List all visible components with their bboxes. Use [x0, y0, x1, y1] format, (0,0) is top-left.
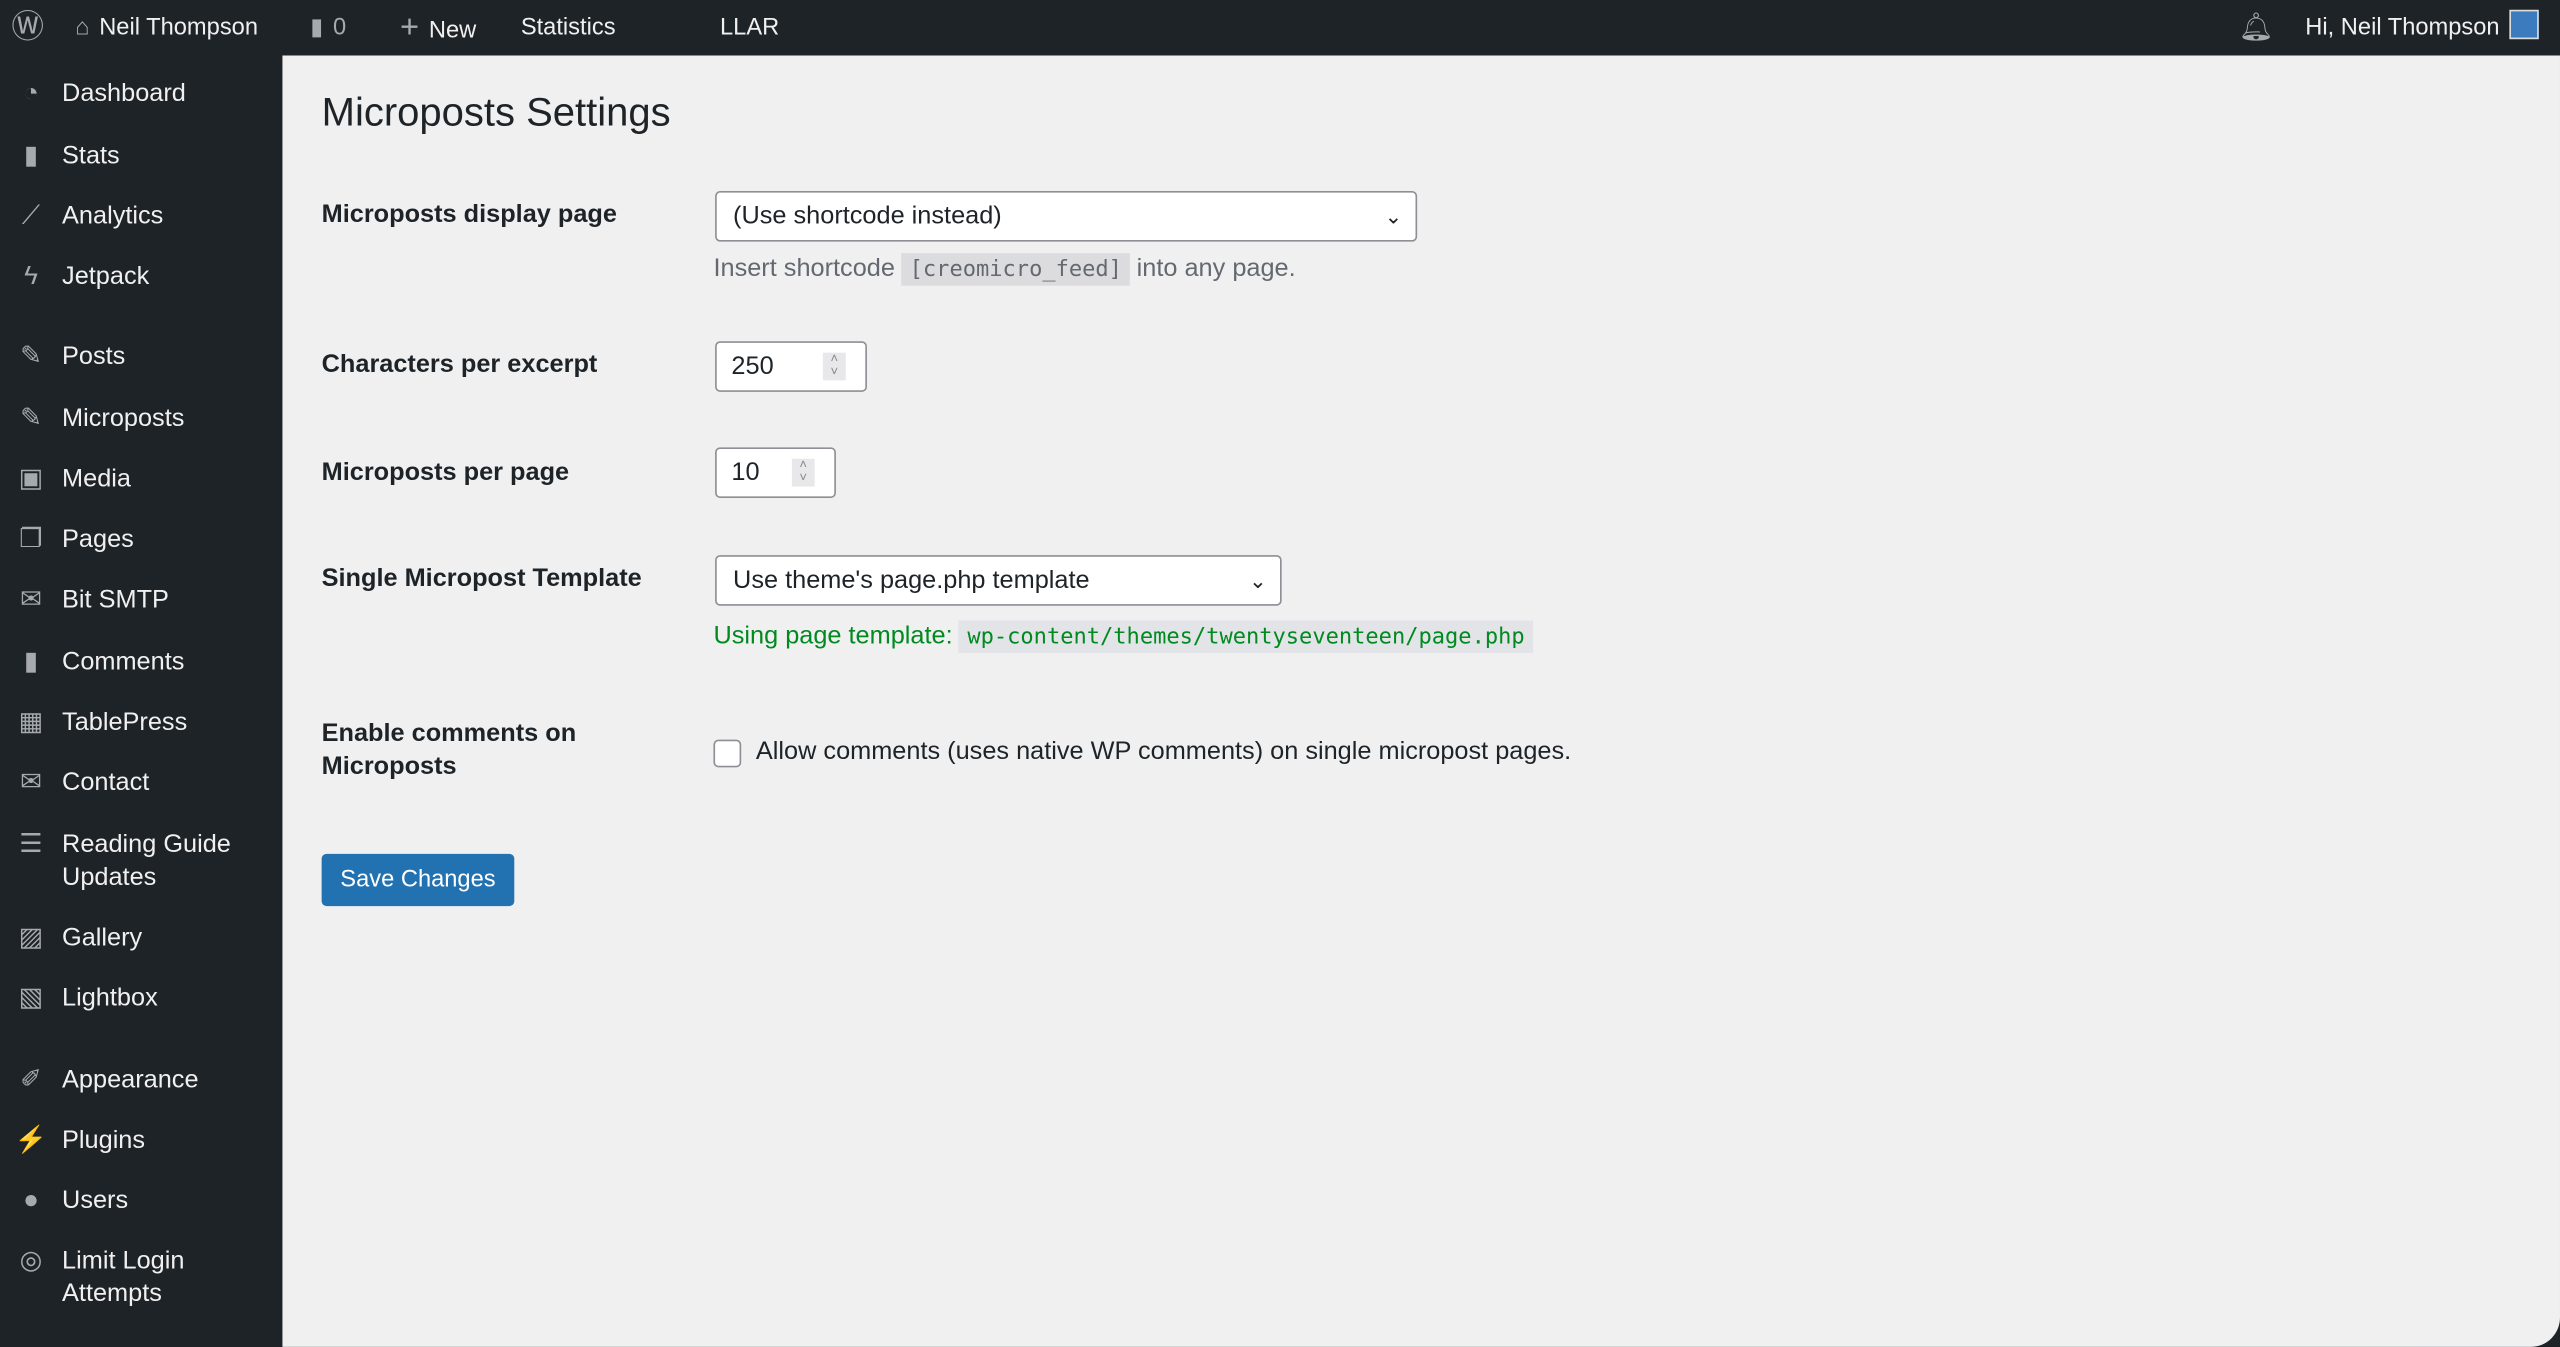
pin-icon: ✎ — [20, 404, 42, 433]
plug-icon: ⚡ — [14, 1126, 48, 1155]
display-page-select[interactable]: (Use shortcode instead) ⌄ — [715, 191, 1418, 242]
site-name-link[interactable]: ⌂ Neil Thompson — [75, 0, 258, 56]
shortcode-help: Insert shortcode [creomicro_feed] into any… — [713, 251, 1296, 287]
media-icon: ▣ — [18, 465, 44, 494]
main-content: Microposts Settings Microposts display p… — [282, 55, 2560, 1347]
page-title: Microposts Settings — [321, 91, 671, 136]
per-page-input[interactable]: 10 ˄ ˅ — [715, 447, 836, 498]
chars-input[interactable]: 250 ˄ ˅ — [715, 341, 867, 392]
template-help: Using page template: wp-content/themes/tw… — [713, 619, 1539, 655]
sidebar-item-label: Contact — [62, 768, 150, 797]
template-path: wp-content/themes/twentyseventeen/page.p… — [959, 620, 1533, 654]
allow-comments-checkbox[interactable] — [713, 739, 742, 768]
bar-chart-icon: ▮ — [23, 142, 39, 170]
chevron-down-icon: ⌄ — [1384, 204, 1403, 229]
template-select[interactable]: Use theme's page.php template ⌄ — [715, 555, 1282, 606]
sidebar-item-label: Gallery — [62, 924, 143, 952]
comments-link[interactable]: ▮ 0 — [310, 0, 346, 56]
llar-link[interactable]: LLAR — [720, 0, 779, 56]
sidebar-item-label: Bit SMTP — [62, 586, 169, 614]
pages-icon: ❐ — [19, 525, 43, 554]
fingerprint-icon: ◎ — [19, 1247, 43, 1276]
envelope-icon: ✉ — [20, 768, 42, 797]
jetpack-icon: ϟ — [24, 262, 38, 291]
sidebar-item-label: Jetpack — [62, 262, 150, 291]
chars-label: Characters per excerpt — [321, 351, 598, 379]
sidebar-item-label: TablePress — [62, 708, 188, 737]
spinner-icon[interactable]: ˄ ˅ — [791, 458, 815, 487]
comment-icon: ▮ — [310, 14, 324, 41]
admin-bar: Ⓦ ⌂ Neil Thompson ▮ 0 + New Statistics LLAR… — [0, 0, 2560, 56]
sidebar-item-label: Comments — [62, 648, 185, 676]
mail-icon: ✉ — [20, 586, 42, 614]
sidebar-item-label: Pages — [62, 525, 134, 554]
sidebar-item-label: Posts — [62, 342, 126, 371]
avatar — [2509, 9, 2539, 40]
template-label: Single Micropost Template — [321, 564, 642, 593]
plus-icon: + — [399, 9, 420, 46]
new-content-link[interactable]: + New — [400, 0, 476, 56]
per-page-label: Microposts per page — [321, 458, 570, 487]
user-icon: ● — [23, 1186, 39, 1215]
sidebar-item-label: Media — [62, 465, 131, 494]
list-icon: ☰ — [19, 831, 43, 859]
sidebar-item-label: Dashboard — [62, 79, 186, 108]
sidebar-item-label: Lightbox — [62, 984, 158, 1013]
sidebar-item-label: Analytics — [62, 202, 164, 231]
image-icon: ▧ — [18, 984, 44, 1013]
account-menu[interactable]: Hi, Neil Thompson — [2305, 0, 2539, 56]
shortcode-code: [creomicro_feed] — [901, 253, 1131, 286]
sidebar-item-label: Stats — [62, 142, 120, 170]
sidebar-item-label: Microposts — [62, 404, 185, 433]
table-icon: ▦ — [18, 708, 44, 737]
home-icon: ⌂ — [75, 14, 90, 41]
comment-icon: ▮ — [23, 648, 39, 676]
sidebar-item-label: Limit Login Attempts — [62, 1247, 185, 1308]
spinner-icon[interactable]: ˄ ˅ — [822, 352, 846, 381]
dashboard-icon: ◔ — [23, 79, 39, 108]
display-page-label: Microposts display page — [321, 200, 617, 229]
brush-icon: ✐ — [20, 1066, 42, 1094]
admin-sidebar: ◔ Dashboard ▮ Stats ⟋ Analytics ϟ Jetpack ✎ Posts… — [0, 55, 283, 1347]
gallery-icon: ▨ — [18, 924, 44, 952]
sidebar-item-label: Reading Guide Updates — [62, 831, 231, 892]
wordpress-logo-icon[interactable]: Ⓦ — [11, 0, 44, 56]
bell-icon[interactable]: 🔔︎ — [2238, 0, 2273, 56]
chevron-down-icon: ⌄ — [1249, 568, 1267, 593]
statistics-link[interactable]: Statistics — [521, 0, 616, 56]
sidebar-item-label: Appearance — [62, 1066, 199, 1094]
sidebar-item-label: Users — [62, 1186, 129, 1215]
allow-comments-label[interactable]: Allow comments (uses native WP comments)… — [756, 736, 1571, 769]
screen: Ⓦ ⌂ Neil Thompson ▮ 0 + New Statistics LLAR… — [0, 0, 2560, 1347]
pin-icon: ✎ — [20, 342, 42, 371]
save-changes-button[interactable]: Save Changes — [321, 853, 515, 907]
sidebar-item-label: Plugins — [62, 1126, 146, 1155]
comments-label: Enable comments on Microposts — [321, 719, 577, 781]
line-chart-icon: ⟋ — [21, 202, 41, 231]
